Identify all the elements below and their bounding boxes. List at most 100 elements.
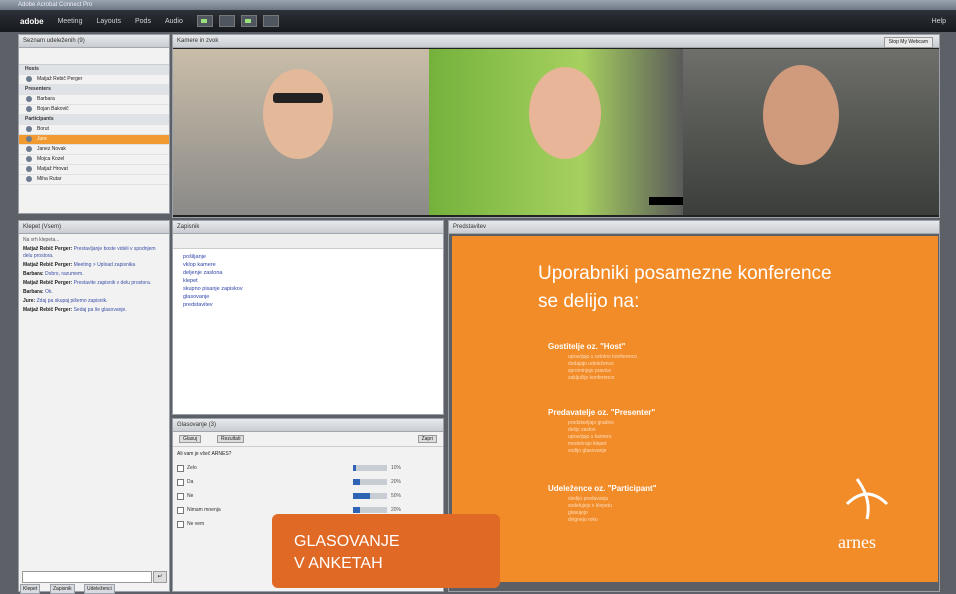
user-icon (26, 156, 32, 162)
results-button[interactable]: Rezultati (217, 435, 245, 443)
notes-list[interactable]: pošiljanje vklop kamere deljenje zaslona… (173, 249, 443, 309)
video-panel-header: Kamere in zvok (173, 35, 939, 48)
speaker-icon[interactable] (262, 15, 279, 27)
help-menu[interactable]: Help (932, 18, 946, 25)
poll-option-label: Nimam mnenja (187, 507, 221, 513)
chat-message: Barbara: Dobro, razumem. (23, 271, 84, 277)
user-row[interactable]: Matjaž Rebič Perger (19, 75, 169, 85)
poll-option-label: Da (187, 479, 194, 485)
send-button[interactable]: ↵ (153, 571, 167, 583)
slide-line: upravljajo s celotno konferenco (568, 354, 637, 360)
slide-line: vodijo glasovanje (568, 448, 607, 454)
menu-pods[interactable]: Pods (135, 18, 151, 25)
user-row[interactable]: Matjaž Hrovat (19, 165, 169, 175)
callout-line-1: GLASOVANJE (294, 533, 400, 550)
note-item: predstavitev (183, 302, 213, 308)
slide-line: spreminjajo pravice (568, 368, 612, 374)
attendees-panel: Seznam udeleženih (9) Hosts Matjaž Rebič… (18, 34, 170, 214)
window-title-bar: Adobe Acrobat Connect Pro (0, 0, 956, 10)
poll-option-label: Ne vem (187, 521, 205, 527)
poll-result-fill (353, 493, 370, 499)
chat-messages: Na vrh klepeta... Matjaž Rebič Perger: P… (19, 234, 169, 315)
note-item: pošiljanje (183, 254, 206, 260)
poll-option[interactable]: Zelo 10% (173, 461, 443, 475)
user-row[interactable]: Barbara (19, 95, 169, 105)
slide-line: dvignejo roko (568, 517, 598, 523)
presentation-panel-header: Predstavitev (449, 221, 939, 234)
poll-result-bar (353, 493, 387, 499)
user-row-selected[interactable]: Jure (19, 135, 169, 145)
slide-line: zaključijo konferenco (568, 375, 615, 381)
poll-result-percent: 50% (391, 493, 402, 499)
poll-option-label: Zelo (187, 465, 197, 471)
slide-section-title: Gostitelje oz. "Host" (548, 342, 626, 351)
user-icon (26, 96, 32, 102)
user-icon (26, 176, 32, 182)
menu-audio[interactable]: Audio (165, 18, 183, 25)
chat-message: Jure: Zdaj pa skupaj pišemo zapisnik. (23, 298, 108, 304)
poll-option-checkbox[interactable] (177, 507, 184, 514)
attendees-toolbar (19, 48, 169, 65)
attendees-panel-header: Seznam udeleženih (9) (19, 35, 169, 48)
close-poll-button[interactable]: Zapri (417, 435, 437, 443)
tab-attendees[interactable]: Udeleženci (84, 584, 115, 594)
status-icon[interactable] (196, 15, 213, 27)
user-icon (26, 166, 32, 172)
microphone-icon[interactable] (218, 15, 235, 27)
webcam-feed-2: Matjaž (429, 49, 789, 215)
user-row[interactable]: Bojan Bakovič (19, 105, 169, 115)
poll-result-percent: 20% (391, 479, 402, 485)
chat-panel-header: Klepet (Vsem) (19, 221, 169, 234)
poll-option-checkbox[interactable] (177, 521, 184, 528)
poll-result-bar (353, 507, 387, 513)
poll-option[interactable]: Da 20% (173, 475, 443, 489)
poll-option[interactable]: Ne 50% (173, 489, 443, 503)
vote-button[interactable]: Glasuj (179, 435, 202, 443)
webcam-feed-1 (173, 49, 429, 215)
slide-line: upravljajo s kamero (568, 434, 612, 440)
slide-heading: Uporabniki posamezne konference se delij… (538, 263, 832, 312)
poll-result-fill (353, 465, 356, 471)
poll-option-checkbox[interactable] (177, 493, 184, 500)
poll-option-checkbox[interactable] (177, 465, 184, 472)
chat-input[interactable] (22, 571, 152, 583)
chat-message: Matjaž Rebič Perger: Prestavljanje boste… (23, 246, 156, 259)
poll-callout: GLASOVANJE V ANKETAH (272, 514, 500, 588)
poll-toolbar: Glasuj Rezultati Zapri (173, 432, 443, 447)
poll-question: Ali vam je všeč ARNES? (177, 451, 232, 457)
user-row[interactable]: Mojca Kozel (19, 155, 169, 165)
tab-notes[interactable]: Zapisnik (50, 584, 75, 594)
user-row[interactable]: Miha Rutar (19, 175, 169, 185)
slide-line: sodelujejo v klepetu (568, 503, 612, 509)
poll-result-bar (353, 465, 387, 471)
menu-bar: adobe Meeting Layouts Pods Audio Help (0, 10, 956, 32)
notes-panel-header: Zapisnik (173, 221, 443, 234)
user-icon (26, 76, 32, 82)
slide-line: dodajajo udeležence (568, 361, 614, 367)
tab-chat[interactable]: Klepet (20, 584, 41, 594)
window-title: Adobe Acrobat Connect Pro (18, 2, 93, 8)
chat-message: Na vrh klepeta... (23, 237, 60, 243)
poll-result-bar (353, 479, 387, 485)
menu-layouts[interactable]: Layouts (96, 18, 121, 25)
arnes-logo-icon (845, 478, 889, 520)
chat-panel: Klepet (Vsem) Na vrh klepeta... Matjaž R… (18, 220, 170, 592)
chat-message: Matjaž Rebič Perger: Sedaj pa še glasova… (23, 307, 127, 313)
note-item: vklop kamere (183, 262, 216, 268)
poll-panel-header: Glasovanje (3) (173, 419, 443, 432)
chat-message: Matjaž Rebič Perger: Prestavite zapisnik… (23, 280, 152, 286)
stop-webcam-button[interactable]: Stop My Webcam (883, 37, 933, 48)
group-presenters[interactable]: Presenters (19, 85, 169, 95)
arnes-logo-text: arnes (838, 532, 876, 552)
webcam-icon[interactable] (240, 15, 257, 27)
notes-toolbar[interactable] (173, 234, 443, 249)
user-row[interactable]: Borut (19, 125, 169, 135)
group-hosts[interactable]: Hosts (19, 65, 169, 75)
menu-meeting[interactable]: Meeting (58, 18, 83, 25)
group-participants[interactable]: Participants (19, 115, 169, 125)
slide-section-title: Predavatelje oz. "Presenter" (548, 408, 656, 417)
user-row[interactable]: Janez Novak (19, 145, 169, 155)
poll-option-checkbox[interactable] (177, 479, 184, 486)
note-item: glasovanje (183, 294, 210, 300)
chat-message: Matjaž Rebič Perger: Meeting > Upload za… (23, 262, 136, 268)
